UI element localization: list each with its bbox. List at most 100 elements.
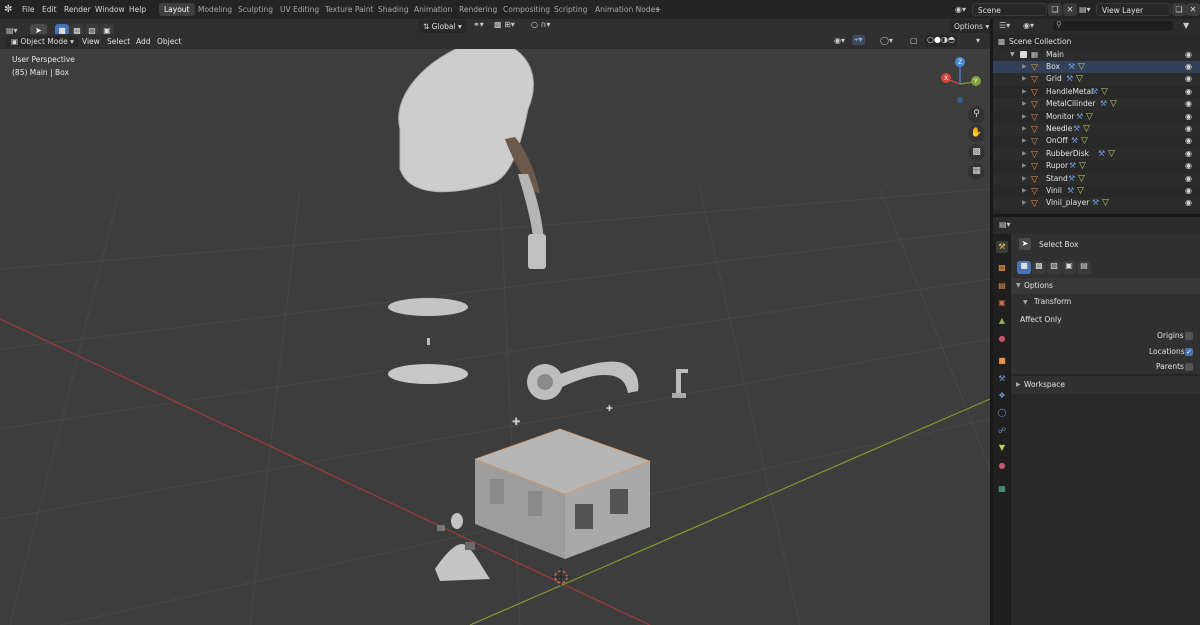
handle-metal-model[interactable] [527, 361, 639, 400]
expand-icon[interactable]: ▶ [1022, 61, 1027, 74]
menu-window[interactable]: Window [91, 3, 129, 16]
outliner-item-onoff[interactable]: ▶ ▽ OnOff ⚒ ▽ ◉ [993, 135, 1200, 148]
tab-texture-paint[interactable]: Texture Paint [320, 3, 378, 16]
locations-checkbox[interactable]: ✓ [1185, 348, 1193, 356]
modifier-icon[interactable]: ⚒ [1098, 148, 1105, 161]
box-model[interactable] [474, 428, 651, 559]
menu-add[interactable]: Add [132, 36, 155, 47]
eye-icon[interactable]: ◉ [1185, 148, 1192, 161]
mesh-data-icon[interactable]: ▽ [1076, 73, 1083, 86]
texture-tab-icon[interactable]: ▦ [996, 483, 1008, 495]
expand-icon[interactable]: ▶ [1022, 73, 1027, 86]
modifier-icon[interactable]: ⚒ [1100, 98, 1107, 111]
properties-editor-icon[interactable]: ▤▾ [999, 220, 1011, 229]
vinil-model[interactable] [388, 364, 468, 384]
expand-icon[interactable]: ▶ [1022, 160, 1027, 173]
expand-icon[interactable]: ▶ [1022, 185, 1027, 198]
menu-select[interactable]: Select [103, 36, 134, 47]
filter-icon[interactable]: ▼ [1183, 21, 1189, 30]
expand-icon[interactable]: ▶ [1022, 111, 1027, 124]
modifier-icon[interactable]: ⚒ [1068, 61, 1075, 74]
object-mode-dropdown[interactable]: ▣ Object Mode ▾ [6, 36, 79, 47]
scene-icon[interactable]: ◉▾ [955, 3, 966, 16]
mesh-data-icon[interactable]: ▽ [1078, 61, 1085, 74]
outliner-item-grid[interactable]: ▶ ▽ Grid ⚒ ▽ ◉ [993, 73, 1200, 86]
select-box-tool-icon[interactable]: ➤ [1019, 238, 1031, 250]
mode-intersect-icon[interactable]: ▣ [1062, 261, 1076, 274]
menu-render[interactable]: Render [60, 3, 95, 16]
3d-viewport[interactable]: ✚ ✚ Z Y X User Perspective (85) Main | B… [0, 49, 990, 625]
scene-selector[interactable]: Scene [972, 3, 1047, 16]
tab-uv-editing[interactable]: UV Editing [275, 3, 324, 16]
tab-shading[interactable]: Shading [373, 3, 413, 16]
output-tab-icon[interactable]: ▤ [996, 280, 1008, 292]
mesh-data-icon[interactable]: ▽ [1108, 148, 1115, 161]
mesh-data-icon[interactable]: ▽ [1086, 111, 1093, 124]
object-tab-icon[interactable]: ■ [996, 355, 1008, 367]
transform-subpanel[interactable]: ▼ Transform [1023, 297, 1071, 306]
blender-logo-icon[interactable]: ✼ [4, 3, 12, 16]
eye-icon[interactable]: ◉ [1185, 98, 1192, 111]
modifier-tab-icon[interactable]: ⚒ [996, 373, 1008, 385]
particles-tab-icon[interactable]: ❖ [996, 390, 1008, 402]
tab-rendering[interactable]: Rendering [454, 3, 502, 16]
tab-scripting[interactable]: Scripting [549, 3, 592, 16]
outliner-item-stand[interactable]: ▶ ▽ Stand ⚒ ▽ ◉ [993, 172, 1200, 186]
scene-tab-icon[interactable]: ▲ [996, 315, 1008, 327]
outliner-item-rubberdisk[interactable]: ▶ ▽ RubberDisk ⚒ ▽ ◉ [993, 147, 1200, 161]
outliner-item-rupor[interactable]: ▶ ▽ Rupor ⚒ ▽ ◉ [993, 160, 1200, 173]
expand-icon[interactable]: ▶ [1022, 123, 1027, 136]
grid-perspective-icon[interactable]: ▦ [968, 163, 985, 180]
modifier-icon[interactable]: ⚒ [1091, 86, 1098, 99]
material-tab-icon[interactable]: ● [996, 460, 1008, 472]
delete-scene-icon[interactable]: ✕ [1063, 3, 1077, 16]
stand-model[interactable] [672, 369, 688, 398]
expand-icon[interactable]: ▶ [1022, 173, 1027, 186]
eye-icon[interactable]: ◉ [1185, 49, 1192, 62]
checkbox-icon[interactable] [1020, 50, 1027, 58]
expand-icon[interactable]: ▶ [1022, 98, 1027, 111]
origins-checkbox[interactable] [1185, 332, 1193, 340]
horn-model[interactable] [398, 49, 546, 269]
world-tab-icon[interactable]: ● [996, 333, 1008, 345]
modifier-icon[interactable]: ⚒ [1069, 160, 1076, 173]
outliner-item-metalcilinder[interactable]: ▶ ▽ MetalCilinder ⚒ ▽ ◉ [993, 98, 1200, 111]
render-tab-icon[interactable]: ▩ [996, 262, 1008, 274]
eye-icon[interactable]: ◉ [1185, 197, 1192, 210]
mesh-data-icon[interactable]: ▽ [1077, 185, 1084, 198]
display-mode-icon[interactable]: ◉▾ [1023, 21, 1034, 30]
delete-view-layer-icon[interactable]: ✕ [1186, 3, 1200, 16]
tab-animation[interactable]: Animation [409, 3, 457, 16]
tab-layout[interactable]: Layout [159, 3, 195, 16]
tab-sculpting[interactable]: Sculpting [233, 3, 278, 16]
menu-view[interactable]: View [78, 36, 104, 47]
mesh-data-icon[interactable]: ▽ [1078, 173, 1085, 186]
tab-compositing[interactable]: Compositing [498, 3, 555, 16]
eye-icon[interactable]: ◉ [1185, 160, 1192, 173]
menu-object[interactable]: Object [153, 36, 185, 47]
outliner-collection-main[interactable]: ▼ ▦ Main ◉ [993, 48, 1200, 62]
modifier-icon[interactable]: ⚒ [1071, 135, 1078, 148]
outliner-item-vinil-player[interactable]: ▶ ▽ Vinil_player ⚒ ▽ ◉ [993, 197, 1200, 210]
shading-options-icon[interactable]: ▾ [976, 36, 980, 45]
menu-help[interactable]: Help [125, 3, 150, 16]
outliner-scene-collection[interactable]: ▩ Scene Collection [993, 36, 1200, 49]
transform-orientation[interactable]: ⇅ Global ▾ [418, 20, 467, 33]
monitor-model[interactable] [435, 542, 490, 581]
overlays-icon[interactable]: ◯▾ [880, 36, 893, 45]
physics-tab-icon[interactable]: ◯ [996, 407, 1008, 419]
mesh-data-icon[interactable]: ▽ [1079, 160, 1086, 173]
eye-icon[interactable]: ◉ [1185, 123, 1192, 136]
view-layer-tab-icon[interactable]: ▣ [996, 297, 1008, 309]
mesh-data-icon[interactable]: ▽ [1081, 135, 1088, 148]
expand-icon[interactable]: ▼ [1010, 49, 1015, 62]
expand-icon[interactable]: ▶ [1022, 197, 1027, 210]
view-layer-selector[interactable]: View Layer [1096, 3, 1171, 16]
mode-new-icon[interactable]: ■ [1017, 261, 1031, 274]
eye-icon[interactable]: ◉ [1185, 61, 1192, 74]
outliner-item-box[interactable]: ▶ ▽ Box ⚒ ▽ ◉ [993, 61, 1200, 74]
camera-icon[interactable]: ▩ [968, 144, 985, 161]
outliner-item-monitor[interactable]: ▶ ▽ Monitor ⚒ ▽ ◉ [993, 111, 1200, 124]
proportional-edit-icon[interactable]: ○ ∩▾ [531, 20, 550, 29]
modifier-icon[interactable]: ⚒ [1068, 173, 1075, 186]
